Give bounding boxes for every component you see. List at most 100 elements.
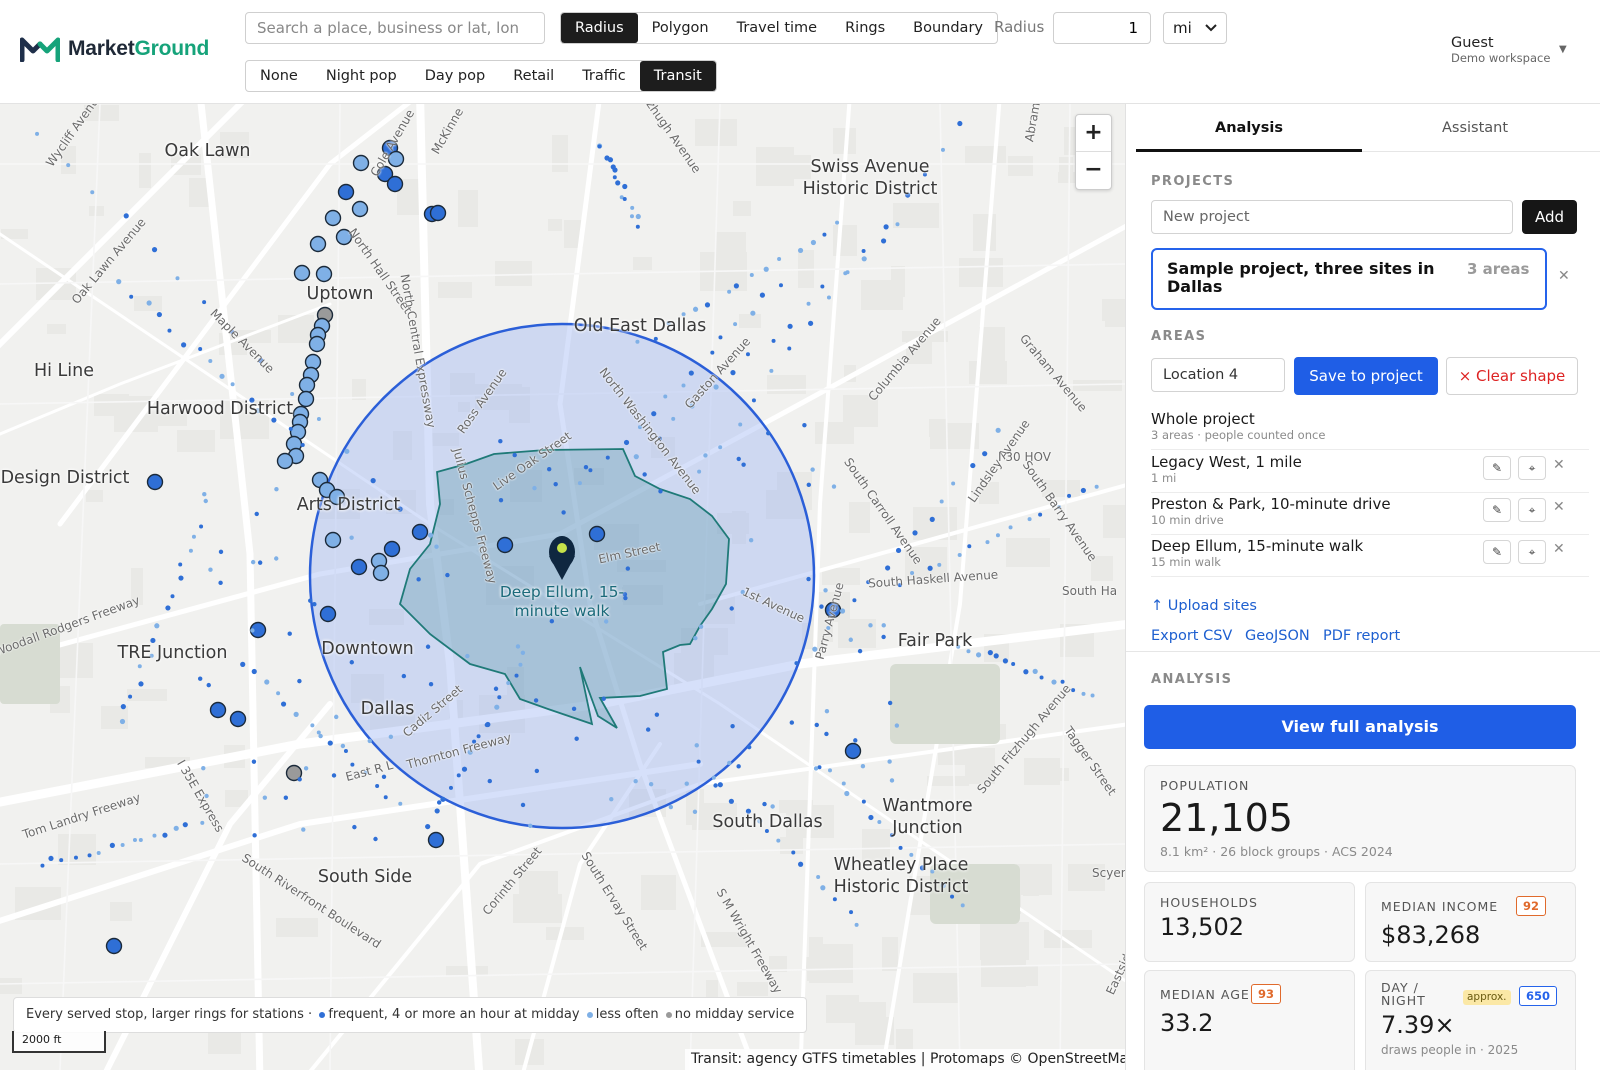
map-block	[849, 502, 870, 533]
mode-boundary[interactable]: Boundary	[899, 13, 997, 43]
median-income-label: MEDIAN INCOME	[1381, 899, 1499, 914]
mode-rings[interactable]: Rings	[831, 13, 899, 43]
locate-area-icon[interactable]: ⌖	[1518, 540, 1546, 564]
map-block	[980, 922, 1029, 960]
logo[interactable]: MarketGround	[20, 36, 209, 62]
new-project-input[interactable]	[1151, 200, 1513, 234]
tab-assistant[interactable]: Assistant	[1362, 104, 1588, 152]
map-label-tre-junction: TRE Junction	[117, 643, 228, 663]
delete-area-icon[interactable]: ✕	[1553, 499, 1565, 515]
transit-stop	[152, 833, 157, 838]
edit-area-icon[interactable]: ✎	[1483, 456, 1511, 480]
area-row[interactable]: Preston & Park, 10-minute drive 10 min d…	[1151, 493, 1589, 535]
add-project-button[interactable]: Add	[1522, 200, 1577, 234]
transit-stop	[777, 257, 782, 262]
logo-part-market: Market	[68, 37, 135, 60]
transit-stop	[819, 604, 824, 609]
layer-traffic[interactable]: Traffic	[568, 61, 640, 91]
search-input[interactable]	[245, 12, 545, 44]
transit-stop	[615, 180, 621, 186]
delete-area-icon[interactable]: ✕	[1553, 457, 1565, 473]
transit-stop	[331, 773, 337, 778]
transit-stop	[506, 680, 511, 685]
tab-analysis[interactable]: Analysis	[1136, 104, 1362, 152]
mode-polygon[interactable]: Polygon	[638, 13, 723, 43]
map-block	[0, 978, 22, 994]
mode-radius[interactable]: Radius	[561, 13, 638, 43]
transit-stop	[694, 743, 699, 748]
export-pdf-link[interactable]: PDF report	[1323, 628, 1400, 644]
transit-stop	[798, 861, 804, 867]
zoom-out-button[interactable]: −	[1076, 152, 1111, 189]
layer-retail[interactable]: Retail	[499, 61, 568, 91]
transit-stop	[1090, 693, 1095, 698]
mode-travel-time[interactable]: Travel time	[723, 13, 831, 43]
transit-stop	[123, 213, 129, 219]
median-income-card: MEDIAN INCOME 92 $83,268	[1365, 882, 1576, 962]
map-block	[101, 706, 128, 729]
panel-tabs: Analysis Assistant	[1136, 104, 1600, 152]
locate-area-icon[interactable]: ⌖	[1518, 498, 1546, 522]
map-block	[548, 219, 562, 231]
logo-icon	[20, 37, 60, 62]
edit-area-icon[interactable]: ✎	[1483, 498, 1511, 522]
map-canvas[interactable]: Oak Lawn Swiss Avenue Historic District …	[0, 104, 1125, 1070]
transit-stop	[181, 342, 187, 348]
export-geojson-link[interactable]: GeoJSON	[1245, 628, 1310, 644]
upload-sites-link[interactable]: ↑ Upload sites	[1151, 598, 1257, 614]
map-block	[633, 257, 652, 270]
user-menu[interactable]: Guest Demo workspace	[1451, 35, 1550, 65]
transit-stop	[208, 359, 213, 364]
transit-stop	[951, 481, 956, 486]
layer-transit[interactable]: Transit	[639, 61, 716, 91]
transit-station	[386, 175, 404, 193]
transit-stop	[912, 530, 918, 536]
map-label-fair-park: Fair Park	[897, 631, 973, 651]
area-row[interactable]: Legacy West, 1 mile 1 mi ✎ ⌖ ✕	[1151, 451, 1589, 493]
transit-stop	[824, 708, 830, 714]
transit-stop	[340, 743, 346, 749]
zoom-in-button[interactable]: +	[1076, 115, 1111, 152]
transit-stop	[448, 785, 453, 790]
whole-project-row[interactable]: Whole project 3 areas · people counted o…	[1151, 408, 1589, 450]
transit-station	[383, 540, 401, 558]
transit-stop	[881, 623, 886, 628]
transit-stop	[1039, 675, 1044, 680]
transit-stop	[693, 635, 698, 641]
transit-stop	[533, 698, 539, 703]
view-full-analysis-button[interactable]: View full analysis	[1144, 705, 1576, 749]
day-night-card: DAY / NIGHT approx. 650 7.39× draws peop…	[1365, 970, 1576, 1070]
chevron-down-icon	[1205, 24, 1217, 32]
transit-stop	[297, 678, 302, 684]
transit-stop	[373, 836, 378, 842]
area-row[interactable]: Deep Ellum, 15-minute walk 15 min walk ✎…	[1151, 535, 1589, 577]
caret-down-icon[interactable]: ▼	[1559, 44, 1567, 55]
layer-none[interactable]: None	[246, 61, 312, 91]
area-name-input[interactable]	[1151, 358, 1285, 392]
delete-area-icon[interactable]: ✕	[1553, 541, 1565, 557]
project-card[interactable]: Sample project, three sites in Dallas 3 …	[1151, 248, 1547, 310]
delete-project-icon[interactable]: ✕	[1558, 268, 1570, 284]
layer-night-pop[interactable]: Night pop	[312, 61, 411, 91]
unit-select[interactable]: mi	[1163, 12, 1227, 44]
map-attribution[interactable]: Transit: agency GTFS timetables | Protom…	[685, 1049, 1125, 1070]
save-to-project-button[interactable]: Save to project	[1294, 357, 1438, 395]
transit-stop	[806, 576, 811, 582]
transit-stop	[717, 782, 723, 788]
locate-area-icon[interactable]: ⌖	[1518, 456, 1546, 480]
transit-stop	[810, 467, 815, 472]
transit-stop	[770, 804, 775, 809]
transit-station	[411, 523, 429, 541]
transit-stop	[967, 544, 972, 549]
transit-stop	[206, 682, 211, 688]
clear-shape-button[interactable]: × Clear shape	[1446, 357, 1578, 395]
edit-area-icon[interactable]: ✎	[1483, 540, 1511, 564]
export-csv-link[interactable]: Export CSV	[1151, 628, 1232, 644]
area-sub: 1 mi	[1151, 471, 1177, 485]
age-percentile-badge: 93	[1251, 984, 1282, 1004]
transit-stop	[574, 736, 579, 741]
radius-input[interactable]	[1053, 12, 1151, 44]
transit-stop	[985, 540, 990, 545]
layer-day-pop[interactable]: Day pop	[411, 61, 500, 91]
transit-stop	[658, 489, 663, 494]
